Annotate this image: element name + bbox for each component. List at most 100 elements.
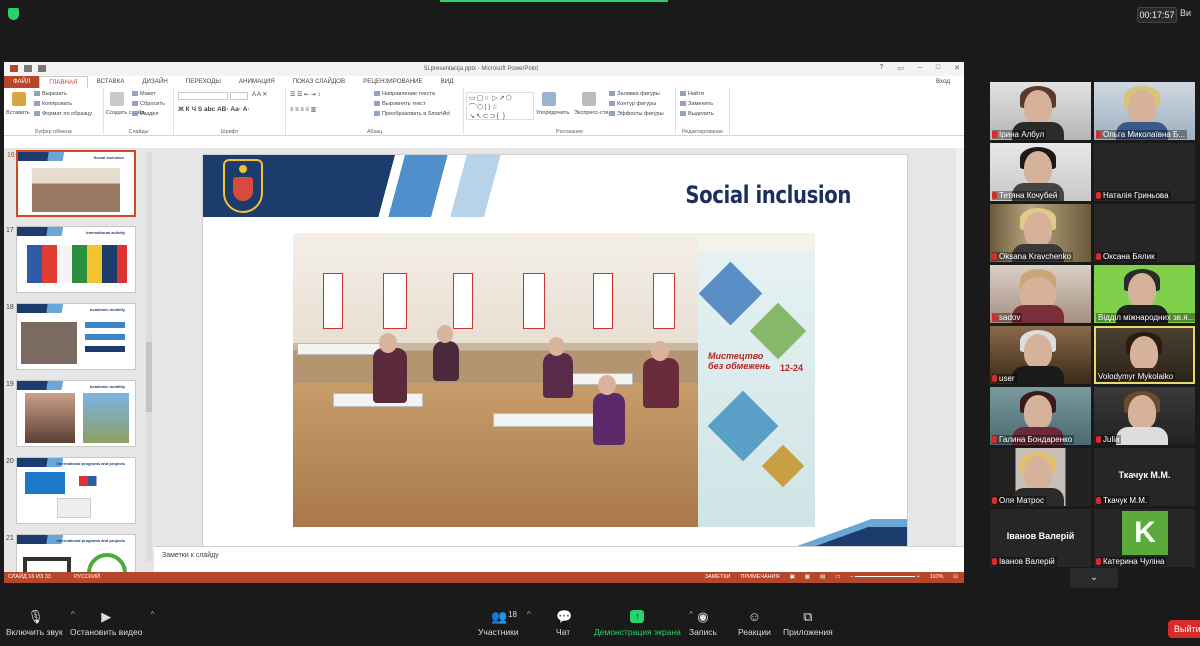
- shape-fill-button[interactable]: Заливка фигуры: [609, 91, 660, 97]
- restore-icon[interactable]: ▭: [897, 64, 904, 72]
- cut-button[interactable]: Вырезать: [34, 91, 67, 97]
- slideshow-view-icon[interactable]: ▭: [835, 574, 840, 580]
- arrange-button[interactable]: Упорядочить: [536, 110, 569, 116]
- font-size-controls[interactable]: A A ✕: [252, 91, 267, 98]
- zoom-level[interactable]: 110%: [930, 574, 944, 580]
- unmute-button[interactable]: 🎙 Включить звук ^: [6, 610, 75, 637]
- tab-home[interactable]: ГЛАВНАЯ: [39, 76, 88, 88]
- format-painter-button[interactable]: Формат по образцу: [34, 111, 92, 117]
- scrollbar-thumb[interactable]: [146, 342, 152, 412]
- replace-button[interactable]: Заменить: [680, 101, 713, 107]
- reading-view-icon[interactable]: ▤: [820, 574, 825, 580]
- participants-options-caret[interactable]: ^: [527, 610, 531, 619]
- slide-thumbnail-20[interactable]: 20 International programs and projects: [6, 457, 136, 524]
- undo-icon[interactable]: [24, 65, 32, 72]
- shapes-gallery[interactable]: ▭▢○ ▷↗⬠ ⌒⬡⟨⟩☆ ↘↖⊂⊃{ }: [466, 92, 534, 120]
- view-button[interactable]: Ви: [1180, 8, 1191, 18]
- participants-button[interactable]: 👥 Участники 18 ^: [478, 610, 531, 637]
- shield-icon[interactable]: [8, 8, 19, 20]
- participant-tile[interactable]: sadov: [990, 265, 1091, 323]
- notes-pane[interactable]: Заметки к слайду: [154, 546, 964, 572]
- paste-icon[interactable]: [12, 92, 26, 106]
- share-screen-button[interactable]: ↑ Демонстрация экрана ^: [594, 610, 693, 637]
- text-direction-button[interactable]: Направление текста: [374, 91, 435, 97]
- save-icon[interactable]: [10, 65, 18, 72]
- stop-video-button[interactable]: ▶ Остановить видео ^: [70, 610, 154, 637]
- slide-vertical-scrollbar[interactable]: [956, 148, 964, 546]
- normal-view-icon[interactable]: ▣: [790, 574, 795, 580]
- participant-tile[interactable]: Оля Матрос: [990, 448, 1091, 506]
- participant-tile[interactable]: user: [990, 326, 1091, 384]
- tab-slideshow[interactable]: ПОКАЗ СЛАЙДОВ: [284, 76, 354, 88]
- align-text-button[interactable]: Выровнять текст: [374, 101, 426, 107]
- participant-tile[interactable]: Оксана Бялик: [1094, 204, 1195, 262]
- slide-photo[interactable]: Мистецтво без обмежень 12-24: [293, 233, 815, 527]
- chat-button[interactable]: 💬 Чат: [556, 610, 572, 637]
- shape-effects-button[interactable]: Эффекты фигуры: [609, 111, 664, 117]
- participant-tile[interactable]: Галина Бондаренко: [990, 387, 1091, 445]
- tab-file[interactable]: ФАЙЛ: [4, 76, 40, 88]
- tab-insert[interactable]: ВСТАВКА: [88, 76, 134, 88]
- participant-tile[interactable]: Oksana Kravchenko: [990, 204, 1091, 262]
- participant-tile[interactable]: Ірина Албул: [990, 82, 1091, 140]
- arrange-icon[interactable]: [542, 92, 556, 106]
- help-icon[interactable]: ?: [879, 64, 883, 72]
- minimize-icon[interactable]: –: [918, 64, 922, 72]
- participant-tile[interactable]: Ольга Миколаївна Б...: [1094, 82, 1195, 140]
- apps-button[interactable]: ⧉ Приложения: [783, 610, 833, 637]
- maximize-icon[interactable]: □: [936, 64, 940, 72]
- language-indicator[interactable]: РУССКИЙ: [74, 574, 100, 580]
- tab-transitions[interactable]: ПЕРЕХОДЫ: [177, 76, 230, 88]
- tab-design[interactable]: ДИЗАЙН: [133, 76, 176, 88]
- quick-styles-icon[interactable]: [582, 92, 596, 106]
- slide-thumbnail-18[interactable]: 18 Academic mobility: [6, 303, 136, 370]
- select-button[interactable]: Выделить: [680, 111, 714, 117]
- section-button[interactable]: Раздел: [132, 111, 159, 117]
- participant-tile[interactable]: Наталія Гриньова: [1094, 143, 1195, 201]
- shape-outline-button[interactable]: Контур фигуры: [609, 101, 656, 107]
- slide-thumbnail-16[interactable]: 16 Social inclusion: [7, 150, 136, 217]
- slide-thumbnail-19[interactable]: 19 Academic mobility: [6, 380, 136, 447]
- font-style-buttons[interactable]: Ж К Ч S abc АВ· Аа· А·: [178, 106, 250, 113]
- tab-animation[interactable]: АНИМАЦИЯ: [230, 76, 284, 88]
- slide-thumbnail-17[interactable]: 17 International activity: [6, 226, 136, 293]
- notes-toggle[interactable]: ЗАМЕТКИ: [705, 574, 731, 580]
- leave-meeting-button[interactable]: Выйти: [1168, 620, 1200, 638]
- reactions-button[interactable]: ☺ Реакции: [738, 610, 771, 637]
- find-button[interactable]: Найти: [680, 91, 704, 97]
- new-slide-icon[interactable]: [110, 92, 124, 106]
- participant-tile[interactable]: K Катерина Чуліна: [1094, 509, 1195, 567]
- comments-toggle[interactable]: ПРИМЕЧАНИЯ: [741, 574, 780, 580]
- participant-tile[interactable]: Тетяна Кочубей: [990, 143, 1091, 201]
- font-name-input[interactable]: [178, 92, 228, 100]
- paste-button[interactable]: Вставить: [6, 110, 30, 116]
- video-options-caret[interactable]: ^: [151, 610, 155, 619]
- current-slide[interactable]: Social inclusion Мистецтво без обмежень …: [202, 154, 908, 550]
- slide-title[interactable]: Social inclusion: [685, 181, 851, 209]
- font-size-input[interactable]: [230, 92, 248, 100]
- reset-button[interactable]: Сбросить: [132, 101, 165, 107]
- align-buttons[interactable]: ≡ ≡ ≡ ≡ ▥: [290, 106, 316, 113]
- sorter-view-icon[interactable]: ▦: [805, 574, 810, 580]
- fit-slide-icon[interactable]: ⊡: [953, 574, 958, 580]
- thumbnails-scrollbar[interactable]: [146, 152, 152, 562]
- participants-count: 18: [508, 610, 517, 619]
- record-button[interactable]: ◉ Запись: [689, 610, 717, 637]
- layout-button[interactable]: Макет: [132, 91, 156, 97]
- tab-review[interactable]: РЕЦЕНЗИРОВАНИЕ: [354, 76, 432, 88]
- participant-tile-active-speaker[interactable]: Volodymyr Mykolaiko: [1094, 326, 1195, 384]
- smartart-button[interactable]: Преобразовать в SmartArt: [374, 111, 450, 117]
- participant-tile[interactable]: Відділ міжнародних зв.я...: [1094, 265, 1195, 323]
- sign-in-link[interactable]: Вход: [936, 78, 950, 85]
- copy-button[interactable]: Копировать: [34, 101, 72, 107]
- zoom-slider[interactable]: – +: [850, 574, 919, 580]
- slide-thumbnail-21[interactable]: 21 International programs and projects: [6, 534, 136, 572]
- gallery-scroll-down-button[interactable]: ⌄: [1070, 568, 1118, 588]
- tab-view[interactable]: ВИД: [432, 76, 463, 88]
- redo-icon[interactable]: [38, 65, 46, 72]
- participant-tile[interactable]: Іванов Валерій Іванов Валерій: [990, 509, 1091, 567]
- participant-tile[interactable]: Ткачук М.М. Ткачук М.М.: [1094, 448, 1195, 506]
- close-icon[interactable]: ✕: [954, 64, 960, 72]
- participant-tile[interactable]: Julia: [1094, 387, 1195, 445]
- list-buttons[interactable]: ☰ ☰ ⇤ ⇥ ↕: [290, 91, 320, 98]
